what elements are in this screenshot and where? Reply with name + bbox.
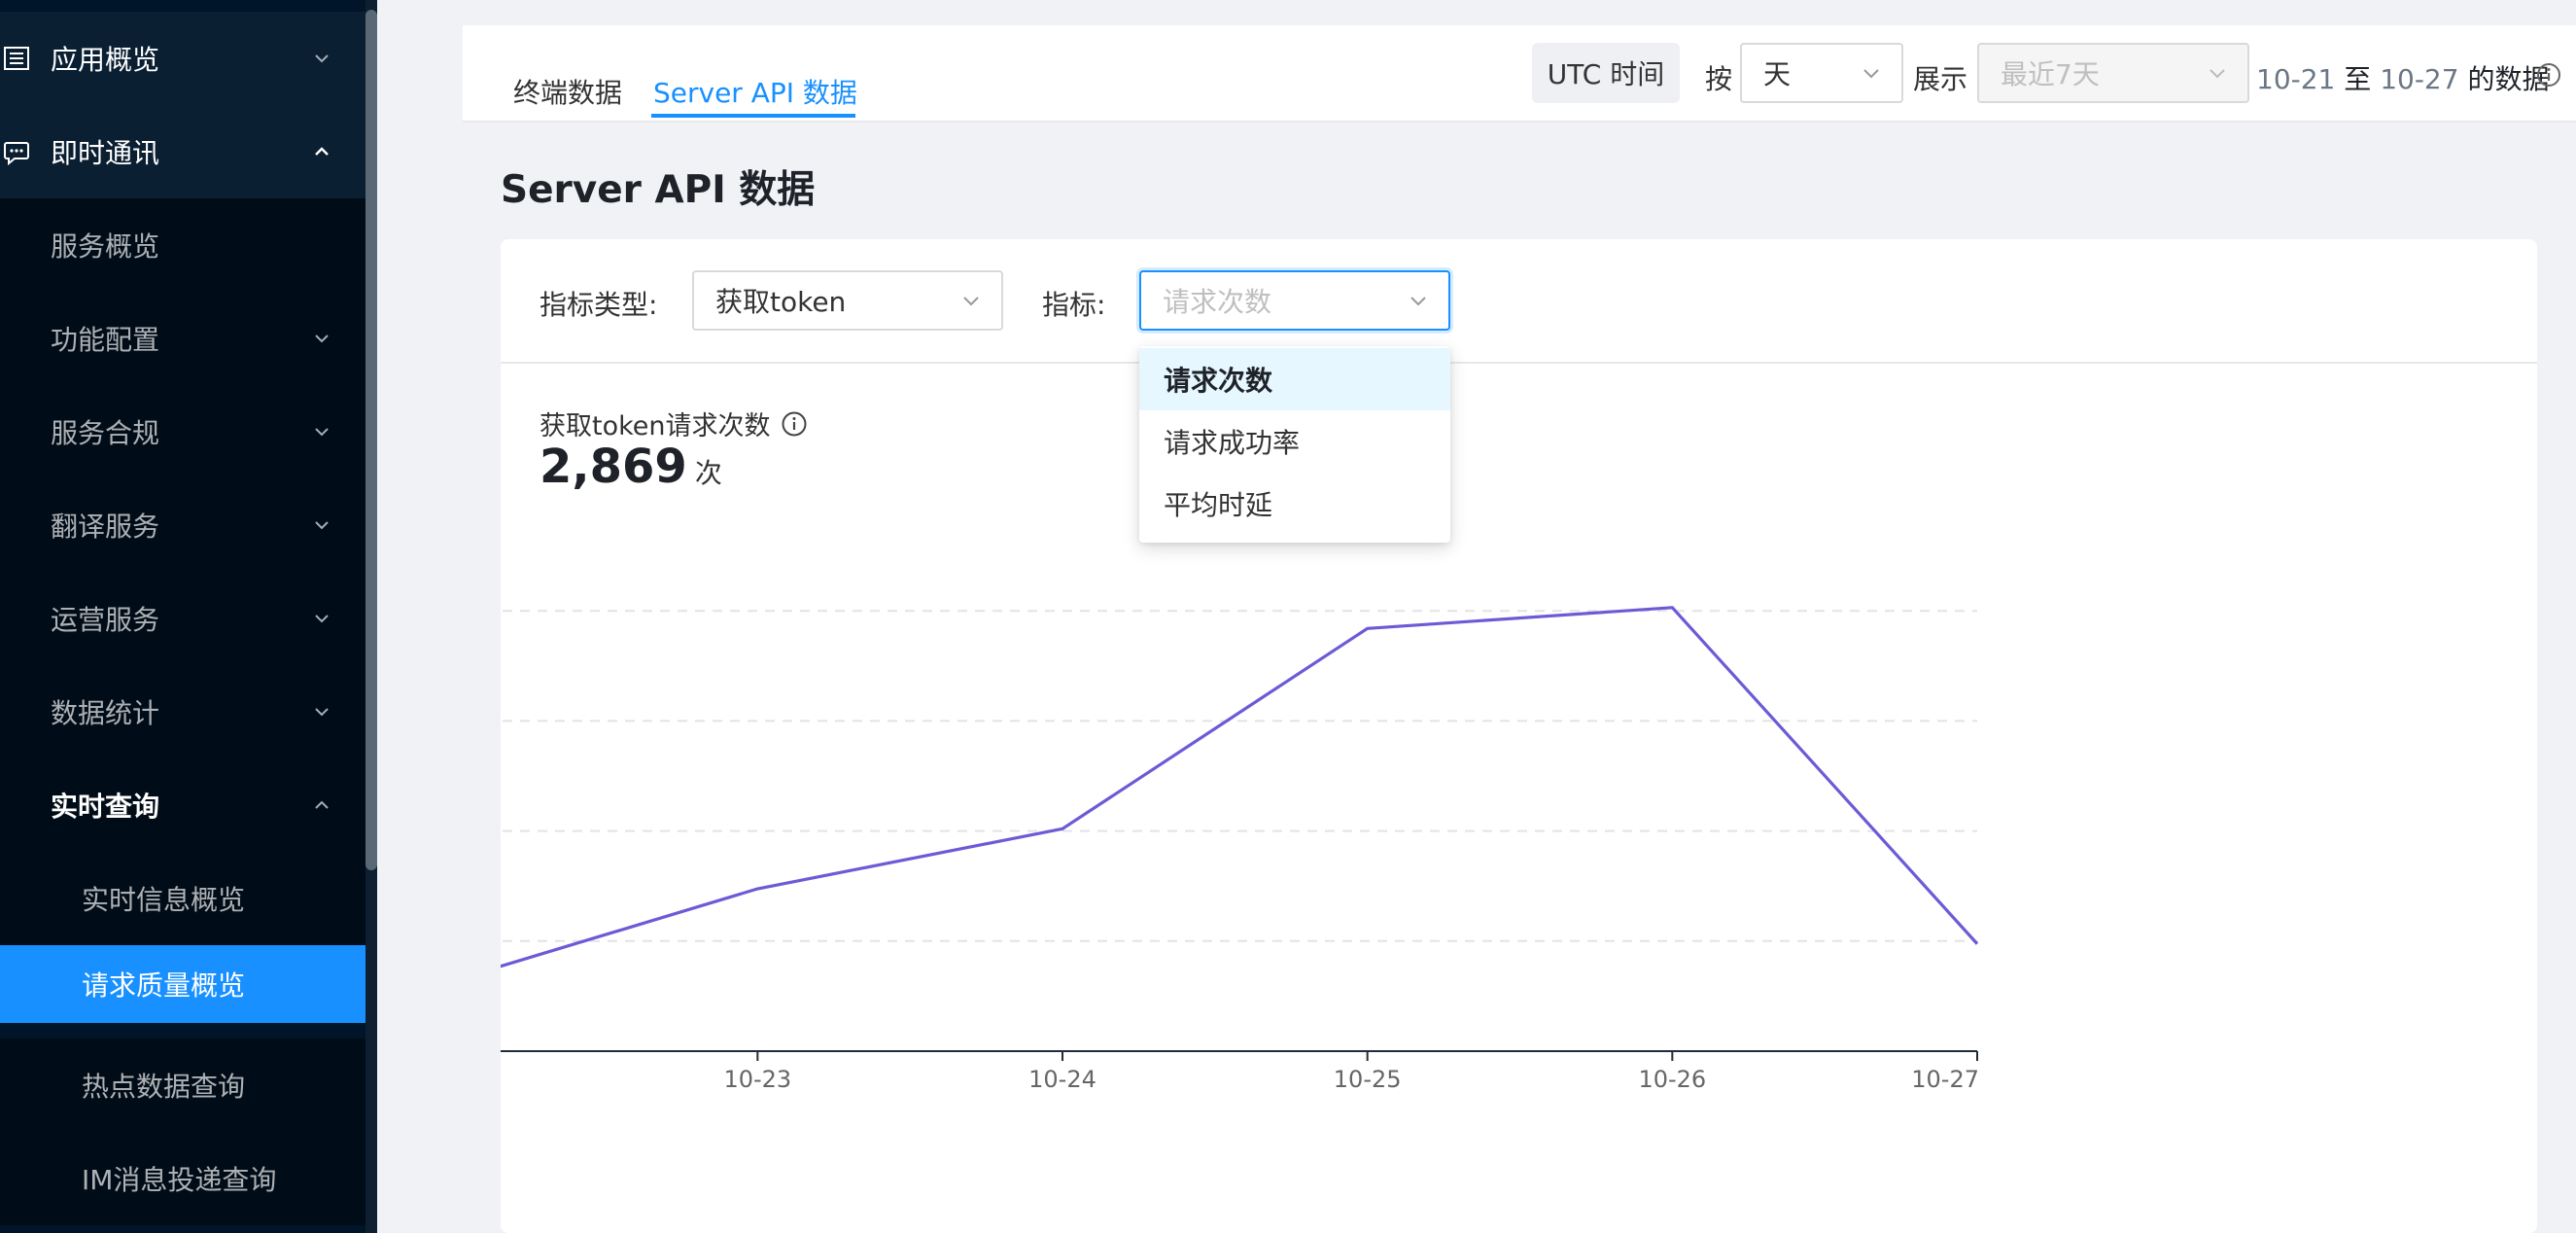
chevron-up-icon (315, 147, 329, 156)
metric-number: 2,869 (540, 440, 687, 494)
chevron-down-icon (1410, 297, 1426, 306)
active-tab-indicator (651, 114, 855, 118)
metric-dropdown: 请求次数 请求成功率 平均时延 (1139, 346, 1450, 543)
x-tick-label: 10-26 (1638, 1066, 1706, 1093)
sidebar-item-label: 请求质量概览 (82, 969, 246, 1002)
sidebar-item-label: 运营服务 (51, 604, 160, 636)
dropdown-option-request-count[interactable]: 请求次数 (1139, 348, 1450, 410)
range-select[interactable]: 最近7天 (1977, 43, 2249, 103)
chevron-down-icon (315, 521, 329, 530)
sidebar-item-realtime-info[interactable]: 实时信息概览 (0, 852, 366, 945)
sidebar-item-label: 即时通讯 (51, 137, 160, 169)
granularity-value: 天 (1763, 58, 1792, 90)
chevron-down-icon (2210, 69, 2225, 79)
sidebar-item-label: 服务概览 (51, 230, 160, 263)
chevron-down-icon (963, 297, 979, 306)
x-tick-label: 10-23 (723, 1066, 791, 1093)
granularity-select[interactable]: 天 (1740, 43, 1903, 103)
metric-type-select[interactable]: 获取token (692, 270, 1003, 331)
metric-title-text: 获取token请求次数 (540, 411, 771, 441)
sidebar-item-label: 数据统计 (51, 697, 160, 729)
by-label: 按 (1705, 63, 1733, 95)
info-icon[interactable] (781, 410, 808, 438)
chevron-down-icon (1863, 69, 1879, 79)
sidebar: 应用概览 即时通讯 服务概览 功能配置 服务合规 翻译服务 运营服务 数据统计 … (0, 0, 366, 1233)
utc-time-toggle[interactable]: UTC 时间 (1532, 43, 1680, 103)
sidebar-item-hot-data[interactable]: 热点数据查询 (0, 1039, 366, 1132)
x-tick-label: 10-27 (1911, 1066, 1979, 1093)
data-point (1365, 625, 1371, 631)
app-overview-icon (4, 47, 29, 70)
dropdown-option-avg-latency[interactable]: 平均时延 (1139, 473, 1450, 535)
data-point (1669, 605, 1675, 611)
sidebar-item-label: 翻译服务 (51, 511, 160, 543)
dropdown-option-success-rate[interactable]: 请求成功率 (1139, 410, 1450, 473)
range-to: 至 (2344, 63, 2372, 95)
data-point (1974, 941, 1980, 947)
chevron-down-icon (315, 54, 329, 63)
metric-unit: 次 (694, 457, 722, 489)
metric-title: 获取token请求次数 (540, 405, 808, 442)
filter-row: 指标类型: 获取token 指标: 请求次数 (501, 239, 2537, 364)
tab-server-api-data[interactable]: Server API 数据 (653, 72, 857, 111)
metric-label: 指标: (1042, 289, 1106, 321)
tab-terminal-data[interactable]: 终端数据 (513, 72, 622, 111)
sidebar-item-label: 服务合规 (51, 417, 160, 449)
sidebar-item-label: 热点数据查询 (82, 1071, 246, 1103)
sidebar-item-im-delivery[interactable]: IM消息投递查询 (0, 1132, 366, 1225)
topbar: 终端数据 Server API 数据 UTC 时间 按 天 展示 最近7天 10… (463, 25, 2576, 123)
sidebar-scrollbar[interactable] (366, 10, 377, 870)
data-point (754, 886, 760, 892)
sidebar-item-compliance[interactable]: 服务合规 (0, 385, 366, 478)
metric-value: 2,869 次 (540, 440, 722, 494)
chevron-down-icon (315, 708, 329, 717)
sidebar-item-label: IM消息投递查询 (82, 1164, 277, 1196)
metric-type-value: 获取token (715, 286, 847, 318)
sidebar-item-label: 实时信息概览 (82, 884, 246, 916)
sidebar-item-label: 应用概览 (51, 44, 160, 76)
sidebar-item-app-overview[interactable]: 应用概览 (0, 12, 366, 105)
show-label: 展示 (1913, 63, 1968, 95)
chevron-up-icon (315, 800, 329, 809)
metric-select-placeholder: 请求次数 (1163, 286, 1272, 318)
metrics-card: 指标类型: 获取token 指标: 请求次数 获取token请求次数 2,869… (501, 239, 2537, 1233)
page-title: Server API 数据 (501, 168, 816, 212)
data-point (1060, 826, 1065, 831)
range-placeholder: 最近7天 (2001, 58, 2100, 90)
range-start: 10-21 (2256, 63, 2336, 95)
date-range-summary: 10-21 至 10-27 的数据 (2256, 58, 2550, 97)
sidebar-item-translation[interactable]: 翻译服务 (0, 478, 366, 572)
chevron-down-icon (315, 335, 329, 343)
metric-type-label: 指标类型: (540, 289, 658, 321)
range-end: 10-27 (2380, 63, 2459, 95)
metric-select[interactable]: 请求次数 (1139, 270, 1450, 331)
series-line (501, 606, 1979, 969)
sidebar-item-feature-config[interactable]: 功能配置 (0, 292, 366, 385)
sidebar-item-label: 功能配置 (51, 324, 160, 356)
chevron-down-icon (315, 615, 329, 623)
x-tick-label: 10-25 (1334, 1066, 1402, 1093)
sidebar-item-operations[interactable]: 运营服务 (0, 572, 366, 665)
request-count-line-chart: 0200400600800100010-2110-2210-2310-2410-… (501, 605, 1980, 1093)
sidebar-item-statistics[interactable]: 数据统计 (0, 665, 366, 758)
sidebar-item-realtime-query[interactable]: 实时查询 (0, 758, 366, 852)
sidebar-item-service-overview[interactable]: 服务概览 (0, 198, 366, 292)
chevron-down-icon (315, 428, 329, 437)
info-icon[interactable] (2536, 62, 2561, 88)
x-tick-label: 10-24 (1028, 1066, 1097, 1093)
chat-bubble-icon (4, 142, 29, 166)
sidebar-item-request-quality[interactable]: 请求质量概览 (0, 945, 366, 1023)
sidebar-item-label: 实时查询 (51, 791, 160, 823)
sidebar-item-instant-messaging[interactable]: 即时通讯 (0, 105, 366, 198)
